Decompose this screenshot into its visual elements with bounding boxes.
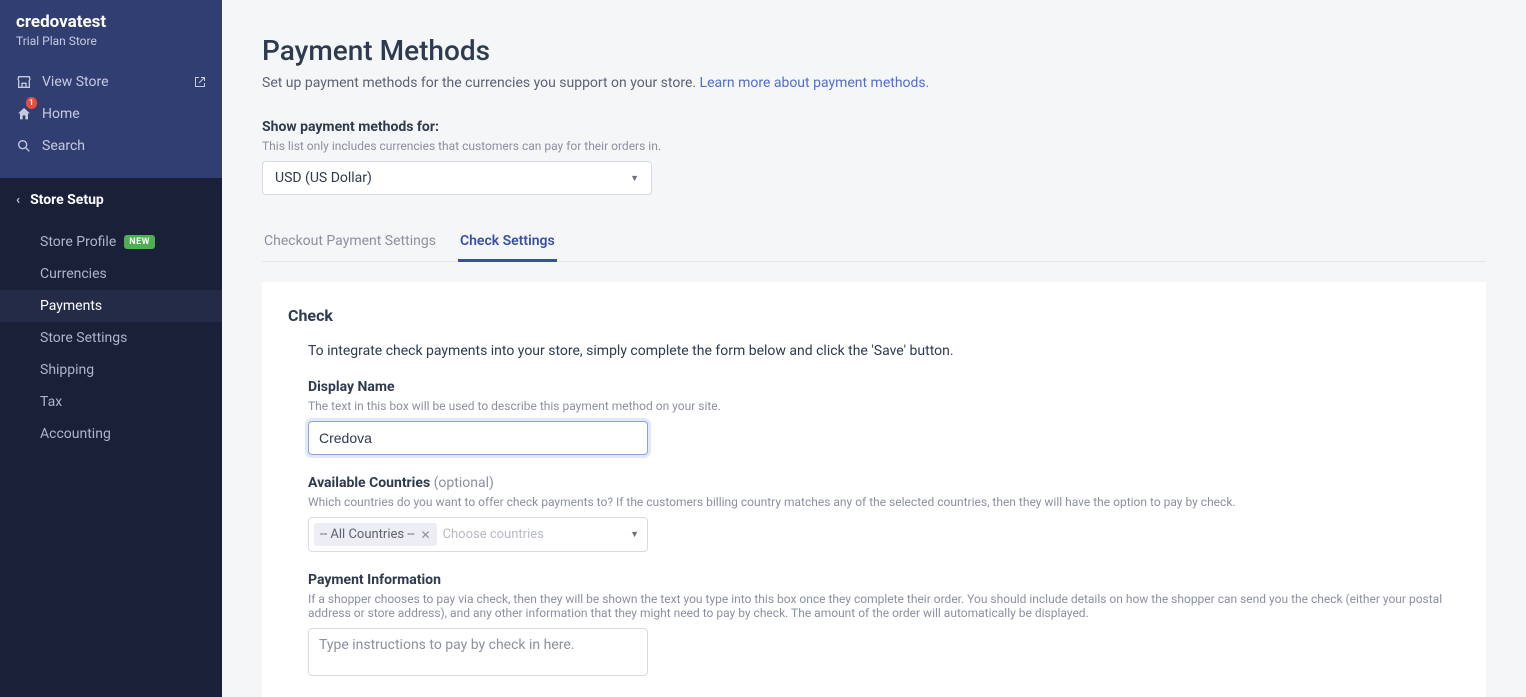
sidebar-item-label: Tax	[40, 394, 62, 410]
page-subtitle-text: Set up payment methods for the currencie…	[262, 75, 700, 91]
sidebar-link-view-store[interactable]: View Store	[16, 66, 206, 98]
filter-label: Show payment methods for:	[262, 119, 1486, 135]
sidebar-item-label: Store Profile	[40, 234, 116, 250]
filter-help: This list only includes currencies that …	[262, 139, 1486, 153]
section-title: Store Setup	[30, 192, 104, 208]
card-intro: To integrate check payments into your st…	[308, 343, 1460, 359]
payment-info-textarea[interactable]	[308, 628, 648, 676]
page-subtitle: Set up payment methods for the currencie…	[262, 75, 1486, 91]
display-name-input[interactable]	[308, 421, 648, 455]
notification-badge: 1	[26, 97, 37, 109]
store-plan: Trial Plan Store	[16, 34, 206, 48]
field-display-name: Display Name The text in this box will b…	[308, 379, 1460, 455]
new-badge: NEW	[124, 235, 155, 249]
tab-check-settings[interactable]: Check Settings	[458, 223, 557, 262]
field-label: Display Name	[308, 379, 1460, 395]
storefront-icon	[16, 74, 32, 90]
sidebar-link-search[interactable]: Search	[16, 130, 206, 162]
currency-select-value: USD (US Dollar)	[275, 170, 372, 186]
learn-more-link[interactable]: Learn more about payment methods.	[700, 75, 930, 91]
check-settings-card: Check To integrate check payments into y…	[262, 282, 1486, 697]
sidebar-section-header[interactable]: ‹ Store Setup	[0, 178, 222, 222]
card-title: Check	[288, 306, 1460, 325]
field-payment-information: Payment Information If a shopper chooses…	[308, 572, 1460, 680]
external-link-icon	[194, 76, 206, 88]
sidebar-sub-items: Store Profile NEW Currencies Payments St…	[0, 222, 222, 470]
tab-label: Check Settings	[460, 233, 555, 249]
sidebar-link-home[interactable]: 1 Home	[16, 98, 206, 130]
field-available-countries: Available Countries (optional) Which cou…	[308, 475, 1460, 552]
sidebar-item-label: Payments	[40, 298, 102, 314]
page-title: Payment Methods	[262, 34, 1486, 67]
sidebar-top-links: View Store 1 Home Search	[16, 66, 206, 162]
field-label-text: Available Countries	[308, 475, 430, 491]
field-optional: (optional)	[434, 475, 494, 491]
chevron-left-icon: ‹	[16, 193, 20, 208]
country-chip: -- All Countries -- ✕	[314, 523, 437, 546]
tabs: Checkout Payment Settings Check Settings	[262, 223, 1486, 262]
field-help: If a shopper chooses to pay via check, t…	[308, 592, 1460, 620]
sidebar-header: credovatest Trial Plan Store View Store …	[0, 0, 222, 178]
currency-filter: Show payment methods for: This list only…	[262, 119, 1486, 195]
chip-remove-icon[interactable]: ✕	[421, 528, 431, 542]
search-icon	[16, 138, 32, 154]
sidebar-item-store-settings[interactable]: Store Settings	[0, 322, 222, 354]
sidebar-item-currencies[interactable]: Currencies	[0, 258, 222, 290]
sidebar-item-label: Store Settings	[40, 330, 127, 346]
sidebar-link-label: View Store	[42, 74, 109, 90]
sidebar-link-label: Home	[42, 106, 80, 122]
sidebar: credovatest Trial Plan Store View Store …	[0, 0, 222, 697]
chevron-down-icon: ▼	[630, 173, 639, 184]
sidebar-item-label: Currencies	[40, 266, 107, 282]
chevron-down-icon: ▼	[630, 529, 639, 540]
sidebar-item-label: Accounting	[40, 426, 111, 442]
currency-select[interactable]: USD (US Dollar) ▼	[262, 161, 652, 195]
countries-multiselect[interactable]: -- All Countries -- ✕ Choose countries ▼	[308, 517, 648, 552]
sidebar-item-payments[interactable]: Payments	[0, 290, 222, 322]
sidebar-item-shipping[interactable]: Shipping	[0, 354, 222, 386]
field-label: Available Countries (optional)	[308, 475, 1460, 491]
field-help: Which countries do you want to offer che…	[308, 495, 1460, 509]
sidebar-item-store-profile[interactable]: Store Profile NEW	[0, 226, 222, 258]
chip-label: -- All Countries --	[320, 527, 415, 542]
sidebar-link-label: Search	[42, 138, 85, 154]
main-content: Payment Methods Set up payment methods f…	[222, 0, 1526, 697]
countries-placeholder: Choose countries	[443, 527, 625, 542]
field-label: Payment Information	[308, 572, 1460, 588]
tab-label: Checkout Payment Settings	[264, 233, 436, 249]
sidebar-item-label: Shipping	[40, 362, 94, 378]
sidebar-item-accounting[interactable]: Accounting	[0, 418, 222, 450]
store-name: credovatest	[16, 12, 206, 32]
field-help: The text in this box will be used to des…	[308, 399, 1460, 413]
tab-checkout-payment-settings[interactable]: Checkout Payment Settings	[262, 223, 438, 262]
sidebar-item-tax[interactable]: Tax	[0, 386, 222, 418]
